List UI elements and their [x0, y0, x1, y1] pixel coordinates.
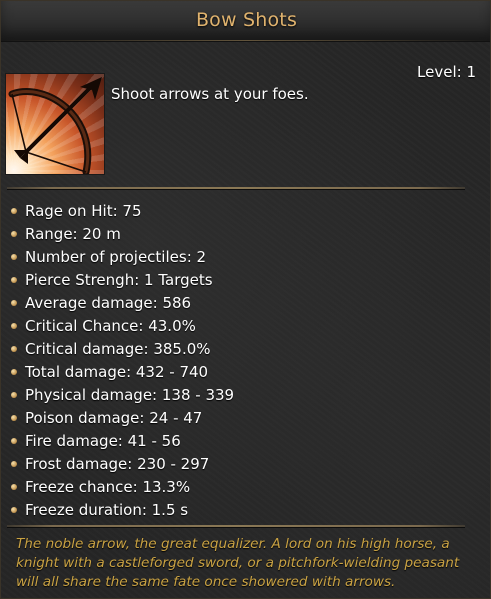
skill-tooltip: Bow Shots Level: 1 Shoot arrows at your …	[0, 0, 491, 599]
stat-frost-damage: Frost damage: 230 - 297	[9, 454, 234, 477]
stat-text: Rage on Hit: 75	[25, 202, 142, 220]
stat-text: Range: 20 m	[25, 225, 121, 243]
stat-text: Total damage: 432 - 740	[25, 363, 209, 381]
bow-icon-graphic	[8, 77, 102, 174]
stat-text: Fire damage: 41 - 56	[25, 432, 181, 450]
bullet-icon	[11, 484, 17, 490]
bullet-icon	[11, 461, 17, 467]
bullet-icon	[11, 415, 17, 421]
stat-critical-chance: Critical Chance: 43.0%	[9, 316, 234, 339]
stat-pierce-strength: Pierce Strengh: 1 Targets	[9, 270, 234, 293]
bullet-icon	[11, 254, 17, 260]
title-bar: Bow Shots	[1, 1, 490, 42]
stat-range: Range: 20 m	[9, 224, 234, 247]
bow-and-arrow-icon	[5, 73, 105, 175]
bullet-icon	[11, 392, 17, 398]
flavor-line: will all share the same fate once shower…	[16, 574, 396, 590]
stat-average-damage: Average damage: 586	[9, 293, 234, 316]
divider	[7, 525, 465, 527]
stat-rage-on-hit: Rage on Hit: 75	[9, 201, 234, 224]
stat-text: Number of projectiles: 2	[25, 248, 207, 266]
flavor-line: knight with a castleforged sword, or a p…	[16, 555, 460, 571]
bullet-icon	[11, 323, 17, 329]
bullet-icon	[11, 346, 17, 352]
stat-text: Frost damage: 230 - 297	[25, 455, 210, 473]
stat-fire-damage: Fire damage: 41 - 56	[9, 431, 234, 454]
bullet-icon	[11, 208, 17, 214]
stat-freeze-duration: Freeze duration: 1.5 s	[9, 500, 234, 523]
stat-text: Freeze chance: 13.3%	[25, 478, 191, 496]
skill-level: Level: 1	[417, 63, 476, 81]
bullet-icon	[11, 231, 17, 237]
stat-text: Freeze duration: 1.5 s	[25, 501, 189, 519]
bullet-icon	[11, 507, 17, 513]
stat-poison-damage: Poison damage: 24 - 47	[9, 408, 234, 431]
stat-critical-damage: Critical damage: 385.0%	[9, 339, 234, 362]
stat-text: Critical damage: 385.0%	[25, 340, 211, 358]
flavor-text: The noble arrow, the great equalizer. A …	[16, 535, 486, 592]
flavor-line: The noble arrow, the great equalizer. A …	[16, 536, 450, 552]
stat-physical-damage: Physical damage: 138 - 339	[9, 385, 234, 408]
bullet-icon	[11, 438, 17, 444]
stat-text: Average damage: 586	[25, 294, 192, 312]
stat-text: Physical damage: 138 - 339	[25, 386, 235, 404]
stat-text: Critical Chance: 43.0%	[25, 317, 196, 335]
skill-title: Bow Shots	[195, 9, 298, 31]
stat-text: Pierce Strengh: 1 Targets	[25, 271, 213, 289]
divider	[7, 187, 465, 189]
bullet-icon	[11, 369, 17, 375]
stat-freeze-chance: Freeze chance: 13.3%	[9, 477, 234, 500]
skill-description: Shoot arrows at your foes.	[111, 85, 309, 103]
stat-text: Poison damage: 24 - 47	[25, 409, 203, 427]
bullet-icon	[11, 300, 17, 306]
stat-total-damage: Total damage: 432 - 740	[9, 362, 234, 385]
stats-list: Rage on Hit: 75 Range: 20 m Number of pr…	[9, 201, 234, 523]
bullet-icon	[11, 277, 17, 283]
stat-number-of-projectiles: Number of projectiles: 2	[9, 247, 234, 270]
